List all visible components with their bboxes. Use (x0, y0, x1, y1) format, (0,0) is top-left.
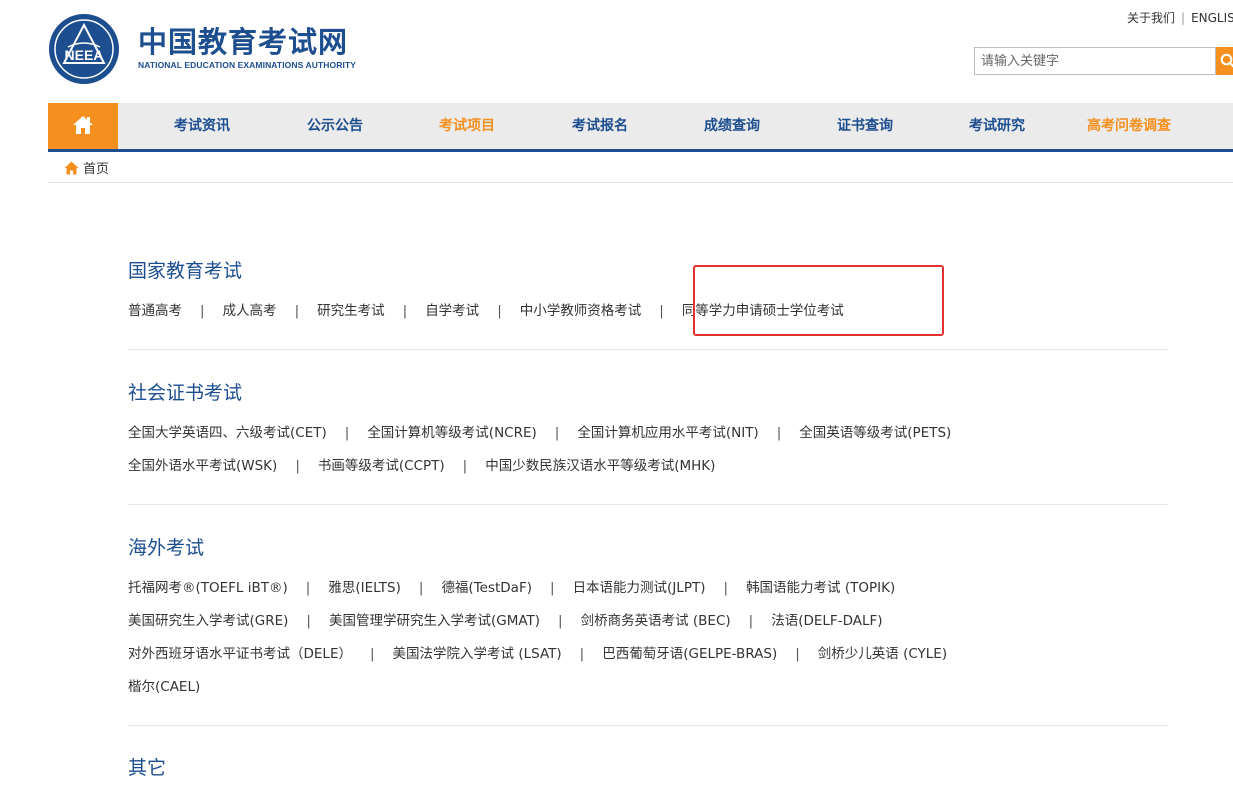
search-button[interactable] (1216, 47, 1233, 75)
exam-link[interactable]: 托福网考®(TOEFL iBT®) (128, 580, 288, 596)
exam-link-row: 美国研究生入学考试(GRE) | 美国管理学研究生入学考试(GMAT) | 剑桥商务英语… (128, 609, 883, 629)
nav-item-announcements[interactable]: 公示公告 (307, 103, 363, 149)
nav-item-exam-projects[interactable]: 考试项目 (439, 103, 495, 149)
exam-link[interactable]: 全国外语水平考试(WSK) (128, 458, 277, 474)
neea-logo[interactable]: NEEA (48, 13, 120, 85)
exam-link-row: 楷尔(CAEL) (128, 675, 200, 695)
nav-item-gaokao-survey[interactable]: 高考问卷调查 (1087, 103, 1171, 149)
exam-link[interactable]: 自学考试 (425, 303, 479, 319)
link-separator: | (554, 425, 560, 441)
brand-title: 中国教育考试网 (138, 25, 349, 59)
exam-link[interactable]: 美国管理学研究生入学考试(GMAT) (329, 613, 540, 629)
top-links-separator: | (1181, 11, 1186, 25)
section-title-certificate-exams: 社会证书考试 (128, 382, 243, 404)
english-link[interactable]: ENGLISH (1191, 11, 1233, 25)
exam-link-row: 托福网考®(TOEFL iBT®) | 雅思(IELTS) | 德福(TestDaF) |… (128, 576, 895, 596)
exam-link[interactable]: 全国计算机等级考试(NCRE) (367, 425, 536, 441)
nav-item-exam-news[interactable]: 考试资讯 (174, 103, 230, 149)
exam-link-row: 对外西班牙语水平证书考试（DELE） | 美国法学院入学考试 (LSAT) | 巴西葡萄… (128, 642, 947, 662)
link-separator: | (462, 458, 468, 474)
highlight-box (693, 265, 944, 336)
exam-link[interactable]: 韩国语能力考试 (TOPIK) (746, 580, 895, 596)
home-icon (73, 116, 93, 134)
section-title-other: 其它 (128, 757, 167, 779)
exam-link[interactable]: 日本语能力测试(JLPT) (573, 580, 706, 596)
exam-link[interactable]: 美国法学院入学考试 (LSAT) (393, 646, 562, 662)
exam-link[interactable]: 中小学教师资格考试 (520, 303, 642, 319)
breadcrumb: 首页 (64, 158, 109, 177)
nav-item-exam-research[interactable]: 考试研究 (969, 103, 1025, 149)
link-separator: | (402, 303, 408, 319)
nav-underline (48, 149, 1233, 152)
exam-link[interactable]: 全国计算机应用水平考试(NIT) (577, 425, 758, 441)
search-box (974, 47, 1233, 75)
exam-link[interactable]: 对外西班牙语水平证书考试（DELE） (128, 646, 352, 662)
exam-link[interactable]: 研究生考试 (317, 303, 385, 319)
link-separator: | (776, 425, 782, 441)
link-separator: | (295, 458, 300, 474)
link-separator: | (659, 303, 664, 319)
link-separator: | (200, 303, 205, 319)
nav-home-button[interactable] (48, 103, 118, 149)
top-links: 关于我们 | ENGLISH (1127, 9, 1233, 26)
nav-item-score-query[interactable]: 成绩查询 (704, 103, 760, 149)
exam-link[interactable]: 德福(TestDaF) (441, 580, 532, 596)
section-divider (128, 504, 1168, 505)
section-title-national-exams: 国家教育考试 (128, 260, 243, 282)
exam-link-row: 全国大学英语四、六级考试(CET) | 全国计算机等级考试(NCRE) | 全国计算机应… (128, 421, 951, 441)
home-icon (64, 161, 79, 175)
link-separator: | (418, 580, 424, 596)
exam-link[interactable]: 剑桥少儿英语 (CYLE) (818, 646, 947, 662)
link-separator: | (748, 613, 754, 629)
exam-link[interactable]: 楷尔(CAEL) (128, 679, 200, 695)
exam-link[interactable]: 中国少数民族汉语水平等级考试(MHK) (485, 458, 715, 474)
brand-subtitle: NATIONAL EDUCATION EXAMINATIONS AUTHORIT… (138, 60, 357, 70)
exam-link[interactable]: 美国研究生入学考试(GRE) (128, 613, 288, 629)
exam-link[interactable]: 雅思(IELTS) (328, 580, 401, 596)
exam-link[interactable]: 全国大学英语四、六级考试(CET) (128, 425, 327, 441)
nav-item-registration[interactable]: 考试报名 (572, 103, 628, 149)
exam-link[interactable]: 普通高考 (128, 303, 182, 319)
about-link[interactable]: 关于我们 (1127, 11, 1175, 25)
brand[interactable]: 中国教育考试网 NATIONAL EDUCATION EXAMINATIONS … (138, 26, 356, 70)
exam-link[interactable]: 书画等级考试(CCPT) (318, 458, 445, 474)
link-separator: | (306, 613, 311, 629)
exam-link[interactable]: 成人高考 (223, 303, 277, 319)
link-separator: | (795, 646, 800, 662)
exam-link[interactable]: 巴西葡萄牙语(GELPE-BRAS) (602, 646, 777, 662)
exam-link-row: 全国外语水平考试(WSK) | 书画等级考试(CCPT) | 中国少数民族汉语水平等级考… (128, 454, 715, 474)
exam-link[interactable]: 法语(DELF-DALF) (771, 613, 882, 629)
search-input[interactable] (974, 47, 1216, 75)
link-separator: | (723, 580, 729, 596)
breadcrumb-home[interactable]: 首页 (83, 162, 109, 177)
link-separator: | (558, 613, 563, 629)
section-divider (128, 349, 1168, 350)
breadcrumb-divider (48, 182, 1233, 183)
nav-item-certificate-query[interactable]: 证书查询 (837, 103, 893, 149)
link-separator: | (305, 580, 311, 596)
main-nav: 考试资讯 公示公告 考试项目 考试报名 成绩查询 证书查询 考试研究 高考问卷调… (48, 103, 1233, 149)
link-separator: | (294, 303, 300, 319)
logo-text: NEEA (65, 47, 104, 63)
link-separator: | (579, 646, 585, 662)
link-separator: | (369, 646, 375, 662)
search-icon (1220, 53, 1233, 68)
exam-link[interactable]: 全国英语等级考试(PETS) (799, 425, 951, 441)
link-separator: | (550, 580, 555, 596)
exam-link[interactable]: 剑桥商务英语考试 (BEC) (581, 613, 731, 629)
section-divider (128, 725, 1168, 726)
link-separator: | (344, 425, 350, 441)
section-title-overseas-exams: 海外考试 (128, 537, 205, 559)
link-separator: | (497, 303, 502, 319)
